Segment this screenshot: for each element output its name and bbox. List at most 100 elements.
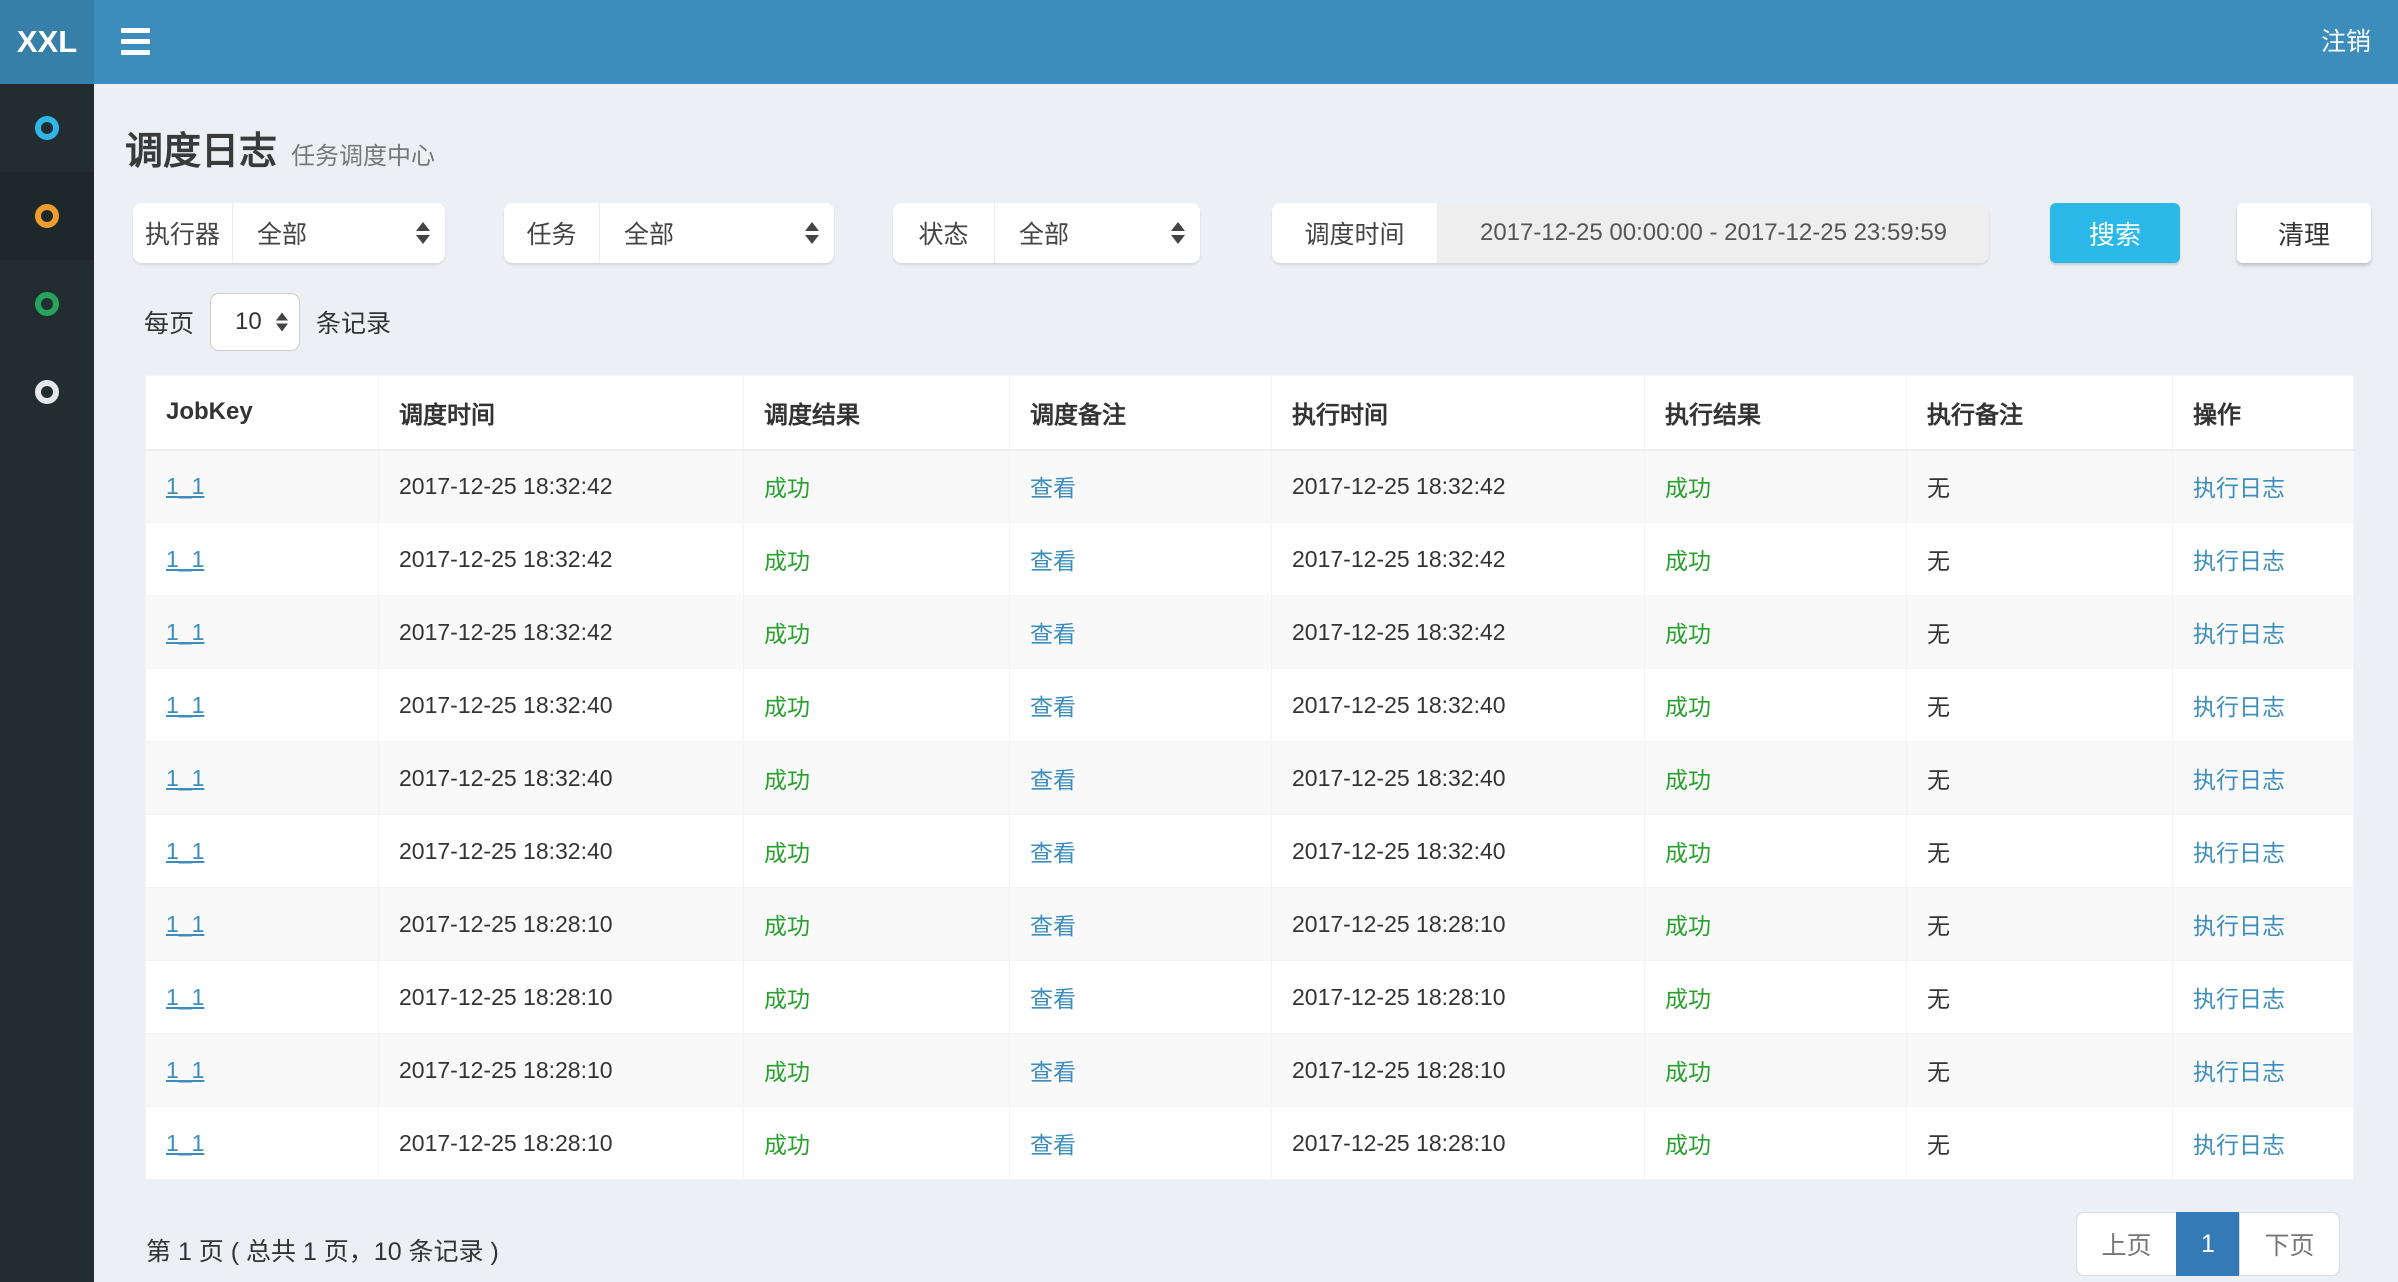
search-button[interactable]: 搜索 [2050, 203, 2180, 263]
execute-log-link[interactable]: 执行日志 [2193, 548, 2285, 574]
execute-log-link[interactable]: 执行日志 [2193, 1059, 2285, 1085]
page-size-prefix-label: 每页 [144, 304, 194, 340]
trigger-msg-link[interactable]: 查看 [1030, 1059, 1076, 1085]
column-header: 调度结果 [744, 376, 1010, 450]
execute-log-link[interactable]: 执行日志 [2193, 621, 2285, 647]
table-header-row: JobKey调度时间调度结果调度备注执行时间执行结果执行备注操作 [146, 376, 2354, 450]
sidebar-item-4[interactable] [0, 348, 94, 436]
table-row: 1_12017-12-25 18:28:10成功查看2017-12-25 18:… [146, 888, 2354, 961]
jobkey-link[interactable]: 1_1 [166, 911, 204, 937]
jobkey-link[interactable]: 1_1 [166, 765, 204, 791]
trigger-msg-link[interactable]: 查看 [1030, 1132, 1076, 1158]
logout-button[interactable]: 注销 [2321, 0, 2371, 84]
trigger-result-cell: 成功 [764, 694, 810, 720]
circle-icon [35, 204, 59, 228]
handle-result-cell: 成功 [1665, 621, 1711, 647]
app-logo[interactable]: XXL [0, 0, 94, 84]
hamburger-icon [121, 39, 150, 44]
current-page-button[interactable]: 1 [2176, 1212, 2240, 1276]
handle-time-cell: 2017-12-25 18:28:10 [1292, 911, 1506, 937]
jobkey-link[interactable]: 1_1 [166, 692, 204, 718]
trigger-result-cell: 成功 [764, 475, 810, 501]
trigger-msg-link[interactable]: 查看 [1030, 840, 1076, 866]
trigger-msg-link[interactable]: 查看 [1030, 986, 1076, 1012]
table-row: 1_12017-12-25 18:32:40成功查看2017-12-25 18:… [146, 815, 2354, 888]
column-header: 调度备注 [1010, 376, 1272, 450]
jobkey-link[interactable]: 1_1 [166, 1057, 204, 1083]
jobkey-link[interactable]: 1_1 [166, 619, 204, 645]
trigger-msg-link[interactable]: 查看 [1030, 475, 1076, 501]
sidebar-item-1[interactable] [0, 84, 94, 172]
handle-result-cell: 成功 [1665, 694, 1711, 720]
trigger-time-cell: 2017-12-25 18:32:40 [399, 692, 613, 718]
jobkey-link[interactable]: 1_1 [166, 1130, 204, 1156]
execute-log-link[interactable]: 执行日志 [2193, 913, 2285, 939]
trigger-msg-link[interactable]: 查看 [1030, 548, 1076, 574]
jobkey-link[interactable]: 1_1 [166, 546, 204, 572]
page-subtitle: 任务调度中心 [291, 143, 435, 170]
execute-log-link[interactable]: 执行日志 [2193, 1132, 2285, 1158]
sidebar-item-3[interactable] [0, 260, 94, 348]
execute-log-link[interactable]: 执行日志 [2193, 475, 2285, 501]
trigger-result-cell: 成功 [764, 621, 810, 647]
job-select[interactable]: 全部 [600, 203, 834, 263]
job-filter-label: 任务 [504, 203, 600, 263]
executor-select[interactable]: 全部 [233, 203, 445, 263]
page-title: 调度日志 [125, 131, 277, 173]
trigger-time-range-input[interactable]: 2017-12-25 00:00:00 - 2017-12-25 23:59:5… [1438, 203, 1989, 263]
handle-msg-cell: 无 [1927, 767, 1950, 793]
handle-msg-cell: 无 [1927, 913, 1950, 939]
table-row: 1_1 2017-12-25 18:32:40 成功 查看 2017-12-25 18:… [146, 669, 2354, 742]
jobkey-link[interactable]: 1_1 [166, 473, 204, 499]
sidebar-toggle-button[interactable] [121, 28, 151, 61]
trigger-time-cell: 2017-12-25 18:28:10 [399, 984, 613, 1010]
xxl-job-admin-page: XXL 注销 调度日志任务调度中心 执行器 全部 任务 全部 [0, 0, 2398, 1282]
trigger-msg-link[interactable]: 查看 [1030, 913, 1076, 939]
trigger-time-filter-label: 调度时间 [1272, 203, 1438, 263]
sidebar-item-2[interactable] [0, 172, 94, 260]
column-header: 操作 [2173, 376, 2354, 450]
column-header: 执行时间 [1272, 376, 1645, 450]
jobkey-link[interactable]: 1_1 [166, 838, 204, 864]
clear-button[interactable]: 清理 [2237, 203, 2371, 263]
handle-result-cell: 成功 [1665, 1059, 1711, 1085]
top-navbar: XXL 注销 [0, 0, 2398, 84]
circle-icon [35, 292, 59, 316]
job-select-value: 全部 [624, 215, 674, 251]
select-arrows-icon [276, 313, 288, 332]
handle-msg-cell: 无 [1927, 1132, 1950, 1158]
next-page-button[interactable]: 下页 [2239, 1212, 2340, 1276]
handle-result-cell: 成功 [1665, 548, 1711, 574]
column-header: 执行结果 [1645, 376, 1907, 450]
handle-result-cell: 成功 [1665, 767, 1711, 793]
table-row: 1_12017-12-25 18:32:42成功查看2017-12-25 18:… [146, 450, 2354, 523]
trigger-msg-link[interactable]: 查看 [1030, 694, 1076, 720]
table-row: 1_12017-12-25 18:32:42成功查看2017-12-25 18:… [146, 596, 2354, 669]
page-size-select[interactable]: 10 [210, 293, 300, 351]
table-row: 1_12017-12-25 18:28:10成功查看2017-12-25 18:… [146, 1034, 2354, 1107]
execute-log-link[interactable]: 执行日志 [2193, 986, 2285, 1012]
trigger-result-cell: 成功 [764, 840, 810, 866]
status-select[interactable]: 全部 [995, 203, 1200, 263]
execute-log-link[interactable]: 执行日志 [2193, 694, 2285, 720]
status-select-value: 全部 [1019, 215, 1069, 251]
page-header: 调度日志任务调度中心 [125, 120, 435, 175]
execute-log-link[interactable]: 执行日志 [2193, 840, 2285, 866]
trigger-result-cell: 成功 [764, 1059, 810, 1085]
trigger-msg-link[interactable]: 查看 [1030, 621, 1076, 647]
page-size-control: 每页 10 条记录 [144, 292, 391, 352]
trigger-time-cell: 2017-12-25 18:32:40 [399, 838, 613, 864]
handle-result-cell: 成功 [1665, 840, 1711, 866]
status-filter-label: 状态 [893, 203, 995, 263]
trigger-result-cell: 成功 [764, 986, 810, 1012]
trigger-time-cell: 2017-12-25 18:32:40 [399, 765, 613, 791]
table-row: 1_12017-12-25 18:28:10成功查看2017-12-25 18:… [146, 1107, 2354, 1180]
jobkey-link[interactable]: 1_1 [166, 984, 204, 1010]
handle-result-cell: 成功 [1665, 475, 1711, 501]
handle-msg-cell: 无 [1927, 621, 1950, 647]
execute-log-link[interactable]: 执行日志 [2193, 767, 2285, 793]
trigger-msg-link[interactable]: 查看 [1030, 767, 1076, 793]
handle-time-cell: 2017-12-25 18:32:40 [1292, 692, 1506, 718]
prev-page-button[interactable]: 上页 [2076, 1212, 2177, 1276]
handle-time-cell: 2017-12-25 18:28:10 [1292, 984, 1506, 1010]
